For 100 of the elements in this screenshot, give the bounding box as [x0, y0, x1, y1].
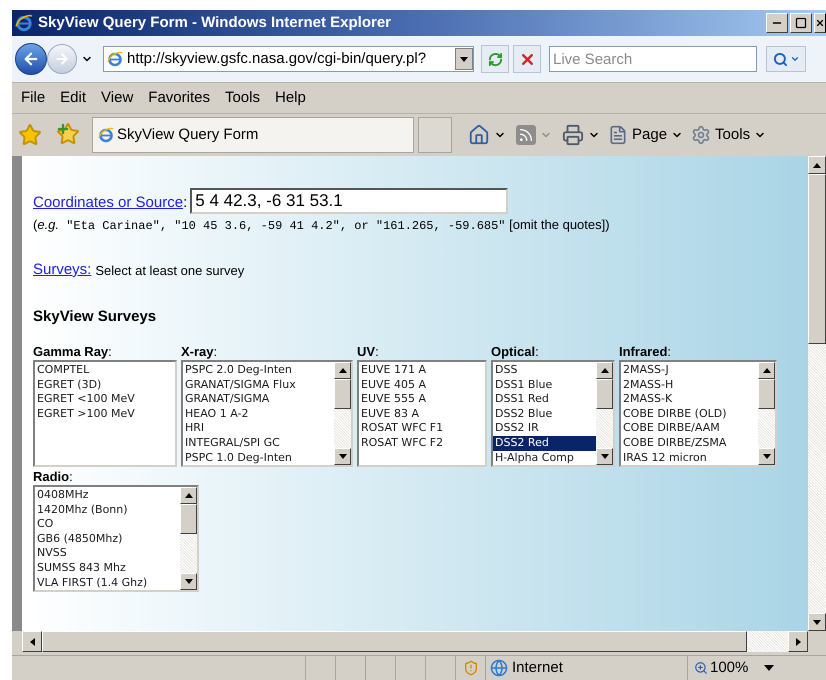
search-icon: [772, 52, 788, 66]
list-option[interactable]: 0408MHz: [35, 488, 180, 503]
list-option[interactable]: PSPC 2.0 Deg-Inten: [183, 363, 334, 378]
down-arrow-icon: [184, 579, 192, 584]
list-option[interactable]: CO: [35, 517, 180, 532]
page-icon[interactable]: [608, 125, 628, 145]
menu-item[interactable]: Edit: [60, 86, 86, 110]
right-arrow-icon: [54, 51, 70, 67]
down-arrow-icon: [813, 620, 821, 624]
list-option[interactable]: EUVE 171 A: [359, 363, 485, 378]
close-button[interactable]: [814, 13, 826, 33]
section-heading: SkyView Surveys: [33, 306, 158, 326]
menu-item[interactable]: View: [101, 86, 134, 110]
list-option[interactable]: HEAO 1 A-2: [183, 406, 334, 422]
scrollbar[interactable]: [334, 362, 351, 465]
list-option[interactable]: ROSAT WFC F1: [359, 421, 485, 436]
tools-menu-button[interactable]: Tools: [715, 124, 750, 146]
list-option[interactable]: DSS1 Blue: [493, 378, 596, 392]
list-option[interactable]: DSS: [493, 363, 596, 378]
down-arrow-icon: [338, 454, 346, 459]
survey-listbox[interactable]: COMPTEL EGRET (3D) EGRET <100 MeV EGRET >100 MeV: [33, 360, 177, 467]
list-option[interactable]: COMPTEL: [35, 363, 175, 378]
zoom-button[interactable]: 100%: [688, 656, 774, 680]
list-option[interactable]: ROSAT WFC F2: [359, 436, 485, 451]
list-option[interactable]: INTEGRAL/SPI GC: [183, 436, 334, 451]
search-button[interactable]: [766, 46, 806, 72]
coordinates-field[interactable]: 5 4 42.3, -6 31 53.1: [190, 188, 508, 214]
survey-listbox[interactable]: DSS DSS1 Blue DSS1 Red DSS2 Blue DSS2 IR DSS2 Red H-Alpha Comp: [491, 360, 615, 467]
list-option[interactable]: VLA FIRST (1.4 Ghz): [35, 576, 180, 590]
list-option[interactable]: COBE DIRBE/ZSMA: [621, 436, 758, 451]
down-arrow-icon: [600, 454, 608, 459]
back-button[interactable]: [15, 43, 47, 75]
list-option[interactable]: GRANAT/SIGMA Flux: [183, 378, 334, 392]
menu-item[interactable]: Help: [275, 86, 306, 110]
survey-listbox[interactable]: 2MASS-J 2MASS-H 2MASS-K COBE DIRBE (OLD) COBE DIRBE/AAM COBE DIRBE/ZSMA IRAS 12 micron: [619, 360, 777, 467]
list-option[interactable]: EUVE 555 A: [359, 392, 485, 407]
left-arrow-icon: [30, 638, 34, 646]
list-option[interactable]: 2MASS-K: [621, 392, 758, 407]
home-icon[interactable]: [468, 124, 490, 146]
list-option[interactable]: DSS2 IR: [493, 421, 596, 436]
list-option[interactable]: NVSS: [35, 546, 180, 561]
scrollbar[interactable]: [596, 362, 613, 465]
list-option[interactable]: GB6 (4850Mhz): [35, 532, 180, 546]
maximize-button[interactable]: [790, 13, 812, 33]
print-icon[interactable]: [562, 124, 584, 146]
list-option[interactable]: H-Alpha Comp: [493, 450, 596, 465]
feed-icon[interactable]: [516, 125, 536, 145]
list-option[interactable]: EUVE 83 A: [359, 406, 485, 422]
coordinates-link[interactable]: Coordinates or Source: [33, 192, 184, 214]
down-arrow-icon: [762, 454, 770, 459]
survey-listbox[interactable]: PSPC 2.0 Deg-Inten GRANAT/SIGMA Flux GRANAT/SIGMA HEAO 1 A-2 HRI INTEGRAL/SPI GC PSPC 1.0 Deg-Inten: [181, 360, 353, 467]
list-option[interactable]: DSS2 Red: [493, 436, 596, 451]
survey-listbox[interactable]: 0408MHz 1420Mhz (Bonn) CO GB6 (4850Mhz) NVSS SUMSS 843 Mhz VLA FIRST (1.4 Ghz): [33, 485, 199, 592]
search-field[interactable]: Live Search: [549, 46, 757, 72]
list-option[interactable]: DSS2 Blue: [493, 406, 596, 422]
stop-button[interactable]: [513, 45, 541, 73]
list-option[interactable]: DSS1 Red: [493, 392, 596, 407]
list-option[interactable]: IRAS 12 micron: [621, 450, 758, 465]
survey-label: Infrared:: [619, 344, 672, 360]
minimize-button[interactable]: [766, 13, 788, 33]
browser-tab[interactable]: SkyView Query Form: [92, 117, 414, 153]
menu-item[interactable]: Tools: [224, 86, 260, 110]
settings-icon[interactable]: [691, 125, 712, 145]
refresh-button[interactable]: [481, 45, 509, 73]
refresh-icon: [488, 52, 502, 66]
close-icon: [815, 18, 825, 28]
tab-title: SkyView Query Form: [117, 124, 258, 145]
list-option[interactable]: COBE DIRBE/AAM: [621, 421, 758, 436]
window-title: SkyView Query Form - Windows Internet Explorer: [38, 12, 392, 33]
address-field[interactable]: http://skyview.gsfc.nasa.gov/cgi-bin/query.pl?: [103, 46, 474, 72]
survey-listbox[interactable]: EUVE 171 A EUVE 405 A EUVE 555 A EUVE 83 A ROSAT WFC F1 ROSAT WFC F2: [357, 360, 487, 467]
list-option[interactable]: EGRET (3D): [35, 378, 175, 392]
example-hint: (e.g. "Eta Carinae", "10 45 3.6, -59 41 4.2", or "161.265, -59.685" [omit the quotes]): [33, 216, 611, 235]
caret-icon: [790, 54, 800, 64]
horizontal-scrollbar[interactable]: [22, 631, 808, 652]
list-option[interactable]: GRANAT/SIGMA: [183, 392, 334, 407]
menu-item[interactable]: Favorites: [148, 86, 210, 110]
star-icon[interactable]: [18, 123, 42, 147]
list-option[interactable]: EUVE 405 A: [359, 378, 485, 392]
up-arrow-icon: [338, 368, 346, 373]
scrollbar[interactable]: [180, 487, 197, 590]
scrollbar[interactable]: [758, 362, 775, 465]
list-option[interactable]: SUMSS 843 Mhz: [35, 560, 180, 576]
up-arrow-icon: [600, 368, 608, 373]
vertical-scrollbar[interactable]: [808, 156, 826, 631]
page-menu-button[interactable]: Page: [632, 124, 668, 146]
list-option[interactable]: 2MASS-J: [621, 363, 758, 378]
url-text: http://skyview.gsfc.nasa.gov/cgi-bin/query.pl?: [127, 48, 428, 69]
list-option[interactable]: 2MASS-H: [621, 378, 758, 392]
list-option[interactable]: HRI: [183, 421, 334, 436]
dropdown-button[interactable]: [455, 48, 473, 70]
list-option[interactable]: PSPC 1.0 Deg-Inten: [183, 450, 334, 465]
menu-item[interactable]: File: [21, 86, 46, 110]
list-option[interactable]: COBE DIRBE (OLD): [621, 406, 758, 422]
list-option[interactable]: EGRET >100 MeV: [35, 406, 175, 422]
list-option[interactable]: 1420Mhz (Bonn): [35, 502, 180, 518]
survey-label: Gamma Ray:: [33, 344, 113, 360]
surveys-link[interactable]: Surveys:: [33, 259, 92, 282]
list-option[interactable]: EGRET <100 MeV: [35, 392, 175, 407]
survey-label: Radio:: [33, 469, 74, 485]
